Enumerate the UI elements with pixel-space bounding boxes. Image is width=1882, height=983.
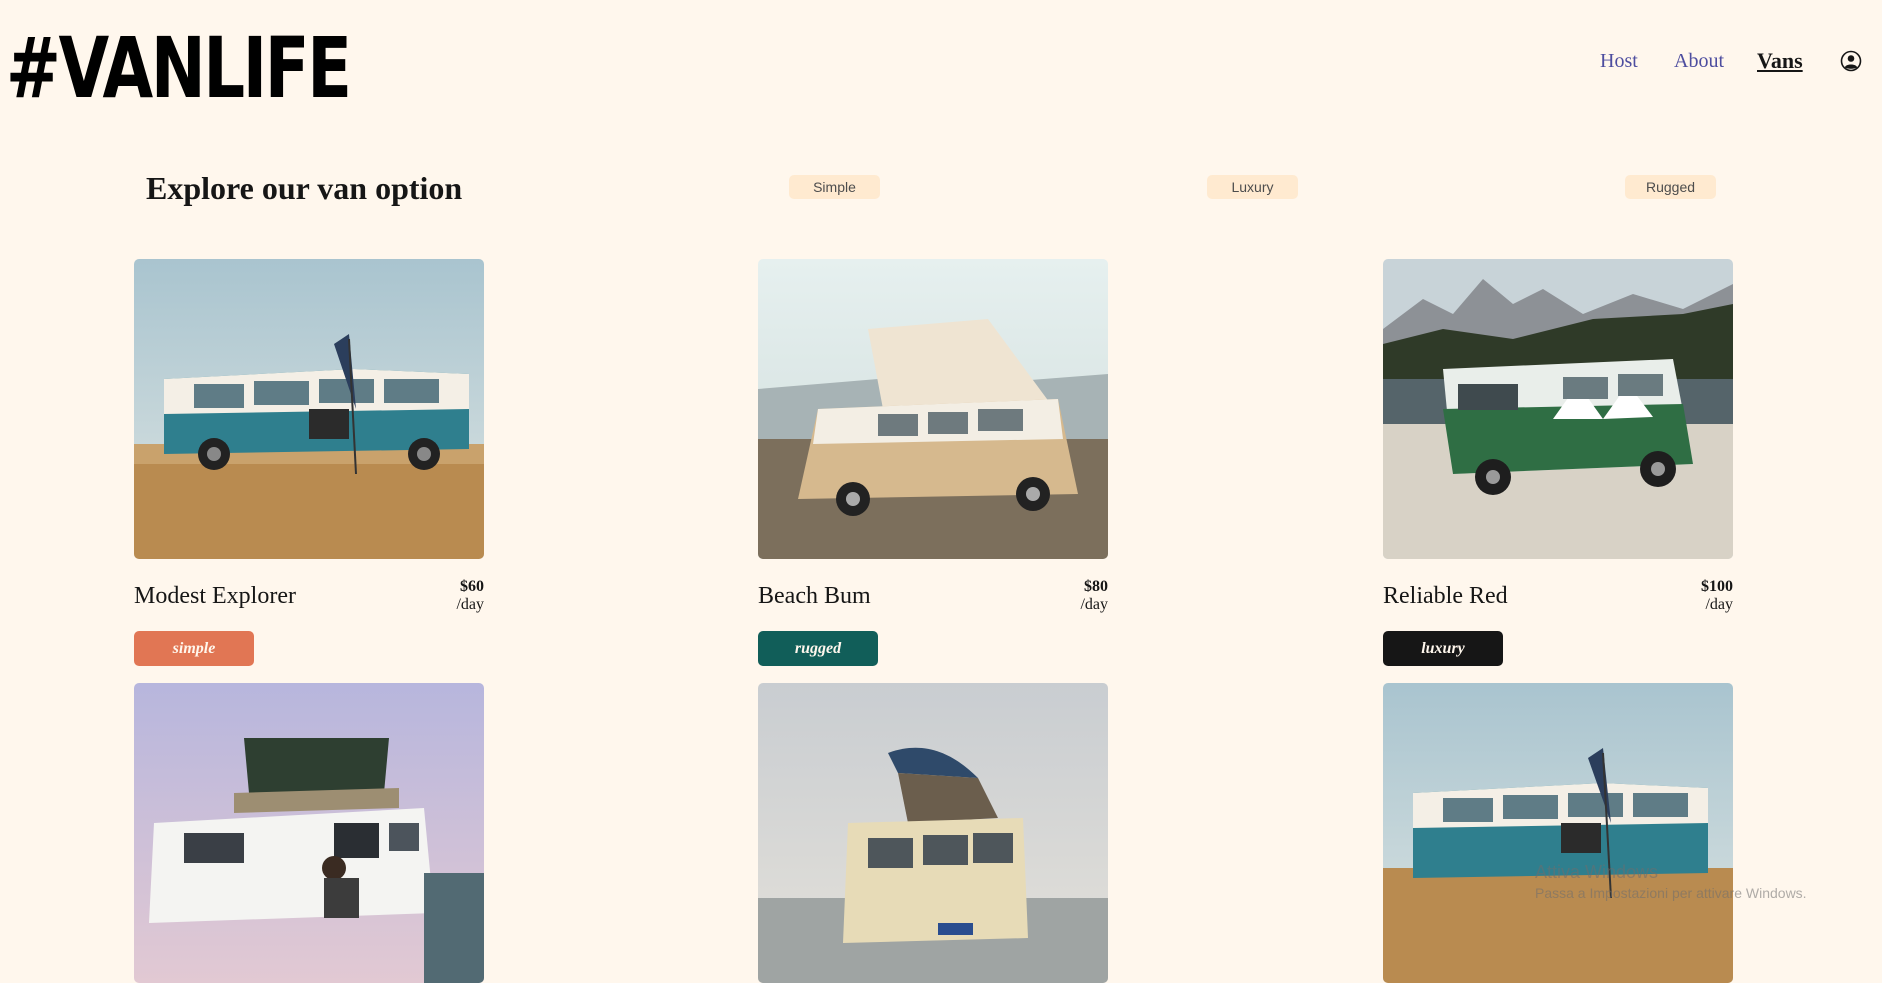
van-card-row2-3[interactable] — [1383, 0, 1733, 983]
van-card-row2-1[interactable] — [134, 0, 484, 983]
van-card-row2-2[interactable] — [758, 0, 1108, 983]
van-image — [134, 683, 484, 983]
nav-link-vans[interactable]: Vans — [1757, 46, 1803, 76]
van-image — [758, 683, 1108, 983]
user-circle-icon[interactable] — [1840, 50, 1862, 72]
filter-luxury-button[interactable]: Luxury — [1207, 175, 1298, 199]
van-image — [1383, 683, 1733, 983]
